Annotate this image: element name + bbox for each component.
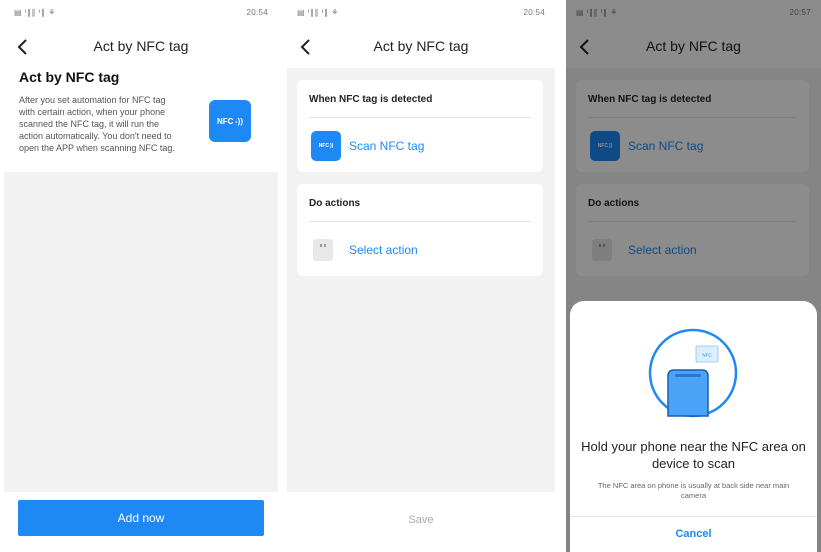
screen-scan-dialog: ▤ ᵗ∥∥ ᵗ∥ ⚘ 20:57 Act by NFC tag When NFC… (566, 0, 821, 552)
add-now-button[interactable]: Add now (18, 500, 264, 536)
status-indicators: ▤ ᵗ∥∥ ᵗ∥ ⚘ (14, 8, 56, 17)
trigger-section-title: When NFC tag is detected (309, 94, 433, 105)
page-title: Act by NFC tag (373, 38, 469, 54)
sheet-title: Hold your phone near the NFC area on dev… (581, 439, 806, 471)
nav-bar: Act by NFC tag (287, 32, 555, 62)
trigger-card: When NFC tag is detected NFC )) Scan NFC… (297, 80, 543, 172)
actions-card: Do actions Select action (297, 184, 543, 276)
illustration-tag-label: NFC (702, 353, 712, 358)
cancel-button[interactable]: Cancel (570, 523, 817, 545)
nfc-icon: NFC ‑)) (209, 100, 251, 142)
screen-configure: ▤ ᵗ∥∥ ᵗ∥ ⚘ 20:54 Act by NFC tag When NFC… (287, 0, 555, 552)
divider (309, 117, 531, 118)
page-title: Act by NFC tag (93, 38, 189, 54)
divider (570, 516, 817, 517)
status-bar: ▤ ᵗ∥∥ ᵗ∥ ⚘ 20:54 (287, 0, 555, 24)
screen-intro: ▤ ᵗ∥∥ ᵗ∥ ⚘ 20:54 Act by NFC tag Act by N… (4, 0, 278, 552)
status-time: 20:54 (246, 8, 268, 17)
intro-description: After you set automation for NFC tag wit… (19, 95, 175, 153)
status-time: 20:54 (523, 8, 545, 17)
content-background (4, 172, 278, 492)
select-action-link[interactable]: Select action (349, 243, 418, 257)
scan-bottom-sheet: NFC Hold your phone near the NFC area on… (570, 301, 817, 552)
nav-bar: Act by NFC tag (4, 32, 278, 62)
device-icon (313, 239, 333, 261)
divider (309, 221, 531, 222)
sheet-subtitle: The NFC area on phone is usually at back… (597, 481, 790, 500)
intro-heading: Act by NFC tag (19, 69, 120, 85)
actions-section-title: Do actions (309, 198, 361, 209)
status-indicators: ▤ ᵗ∥∥ ᵗ∥ ⚘ (297, 8, 339, 17)
scan-nfc-tag-link[interactable]: Scan NFC tag (349, 139, 424, 153)
status-bar: ▤ ᵗ∥∥ ᵗ∥ ⚘ 20:54 (4, 0, 278, 24)
save-button[interactable]: Save (287, 514, 555, 526)
nfc-tag-icon: NFC )) (311, 131, 341, 161)
phone-scan-illustration-icon: NFC (648, 328, 738, 418)
